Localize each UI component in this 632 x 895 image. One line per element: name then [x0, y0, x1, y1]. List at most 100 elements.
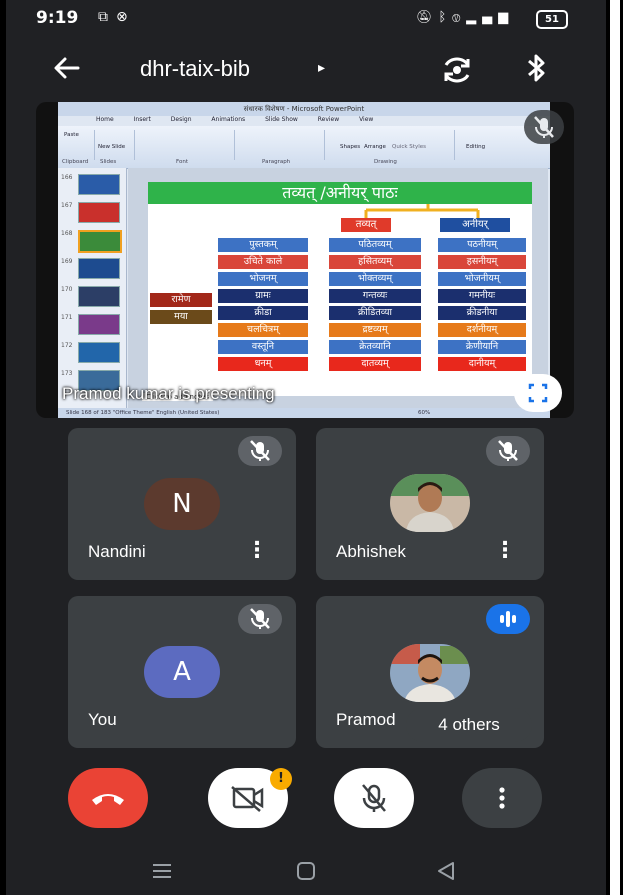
slide-cell: वस्तूनि	[218, 340, 308, 354]
thumb-number: 169	[61, 258, 73, 265]
participant-name: Pramod	[336, 710, 396, 729]
thumb-number: 172	[61, 342, 73, 349]
mic-off-icon	[362, 784, 386, 812]
slide-thumbnail	[78, 314, 120, 335]
others-count-badge[interactable]: 4 others	[406, 708, 532, 742]
slide-cell: उचिते काले	[218, 255, 308, 269]
more-vert-icon[interactable]: ⋮	[246, 536, 268, 568]
avatar: A	[144, 646, 220, 698]
slide-cell: दानीयम्	[438, 357, 526, 371]
ppt-status-bar: Slide 168 of 183 "Office Theme" English …	[58, 408, 550, 418]
thumb-number: 167	[61, 202, 73, 209]
speaking-indicator-icon	[486, 604, 530, 634]
slide-cell: ग्रामः	[218, 289, 308, 303]
back-nav-icon[interactable]	[426, 858, 466, 884]
cast-icon: ⧉	[98, 9, 116, 25]
volte-icon: Ⓥ	[452, 10, 467, 25]
ribbon-button: Paste	[64, 132, 79, 138]
ribbon-button: Editing	[466, 144, 486, 150]
status-time: 9:19	[36, 8, 79, 28]
slide-thumbnail	[78, 286, 120, 307]
slide-header-aniyar: अनीयर्	[440, 218, 510, 232]
current-slide: तव्यत् /अनीयर् पाठः तव्यत् अनीयर् पुस्तक…	[148, 182, 532, 396]
ribbon-group-label: Slides	[100, 159, 117, 165]
end-call-icon	[92, 794, 124, 805]
home-icon[interactable]	[286, 858, 326, 884]
participant-name: You	[88, 710, 117, 729]
slide-cell: गन्तव्यः	[329, 289, 421, 303]
ppt-tab: Slide Show	[265, 116, 298, 123]
slide-thumbnail	[78, 258, 120, 279]
slide-thumbnail	[78, 202, 120, 223]
ppt-ribbon: Clipboard Paste Slides New Slide Font Pa…	[58, 126, 550, 169]
ppt-tab: Insert	[133, 116, 151, 123]
slide-cell: दातव्यम्	[329, 357, 421, 371]
presentation-view[interactable]: संधारक विशेषण - Microsoft PowerPoint Hom…	[36, 102, 574, 418]
ppt-zoom: 60%	[418, 410, 431, 416]
status-left-icons: ⧉⊗	[98, 9, 136, 25]
switch-camera-icon[interactable]	[440, 55, 474, 85]
ribbon-group-label: Font	[176, 159, 188, 165]
avatar-photo	[390, 474, 470, 532]
meeting-code[interactable]: dhr-taix-bib	[140, 56, 250, 82]
ribbon-group-label: Clipboard	[62, 159, 89, 165]
slide-cell: क्रेतव्यानि	[329, 340, 421, 354]
participant-tile-abhishek[interactable]: Abhishek ⋮	[316, 428, 544, 580]
slide-thumbnail	[78, 230, 122, 253]
participant-tile-you[interactable]: A You	[68, 596, 296, 748]
thumb-number: 168	[61, 230, 73, 237]
slide-side-label: मया	[150, 310, 212, 324]
slide-cell: पठनीयम्	[438, 238, 526, 252]
meeting-info-arrow-icon[interactable]: ▸	[318, 60, 325, 76]
ribbon-button: Quick Styles	[392, 144, 426, 150]
ppt-tab: Review	[317, 116, 340, 123]
frame-edge-right-outer	[620, 0, 623, 895]
more-options-button[interactable]	[462, 768, 542, 828]
slide-cell: पठितव्यम्	[329, 238, 421, 252]
slide-cell: क्रीडा	[218, 306, 308, 320]
slide-cell: चलचित्रम्	[218, 323, 308, 337]
fullscreen-icon[interactable]	[514, 374, 562, 412]
top-bar: dhr-taix-bib ▸	[6, 45, 606, 95]
ribbon-button: Arrange	[364, 144, 386, 150]
battery-indicator: 51	[536, 10, 568, 29]
bluetooth-icon: ᛒ	[438, 10, 453, 25]
alert-badge: !	[270, 768, 292, 790]
participant-tile-nandini[interactable]: N Nandini ⋮	[68, 428, 296, 580]
slide-cell: क्रीडितव्या	[329, 306, 421, 320]
slide-title: तव्यत् /अनीयर् पाठः	[148, 182, 532, 204]
back-arrow-icon[interactable]	[46, 53, 86, 87]
thumb-number: 166	[61, 174, 73, 181]
more-vert-icon[interactable]: ⋮	[494, 536, 516, 568]
ribbon-button: New Slide	[98, 144, 126, 150]
slide-cell: धनम्	[218, 357, 308, 371]
slide-cell: हसितव्यम्	[329, 255, 421, 269]
end-call-button[interactable]	[68, 768, 148, 828]
slide-cell: भोजनम्	[218, 272, 308, 286]
presenter-mic-off-icon	[524, 110, 564, 144]
slide-cell: क्रेणीयानि	[438, 340, 526, 354]
participant-name: Nandini	[88, 542, 146, 561]
recents-icon[interactable]	[142, 858, 182, 884]
thumb-number: 171	[61, 314, 73, 321]
ribbon-button: Shapes	[340, 144, 361, 150]
slide-thumbnail	[78, 174, 120, 195]
mic-toggle-button[interactable]	[334, 768, 414, 828]
slide-cell: पुस्तकम्	[218, 238, 308, 252]
bluetooth-audio-icon[interactable]	[522, 51, 552, 87]
slide-cell: द्रष्टव्यम्	[329, 323, 421, 337]
slide-cell: दर्शनीयम्	[438, 323, 526, 337]
android-nav-bar	[6, 848, 606, 895]
participant-tile-pramod[interactable]: Pramod 4 others	[316, 596, 544, 748]
mute-icon: 🔕︎	[416, 10, 439, 25]
ppt-tab: Home	[96, 116, 114, 123]
slide-cell: भोजनीयम्	[438, 272, 526, 286]
ppt-stage: तव्यत् /अनीयर् पाठः तव्यत् अनीयर् पुस्तक…	[128, 168, 548, 408]
slide-side-label: रामेण	[150, 293, 212, 307]
call-controls: !	[6, 762, 606, 836]
slide-thumbnail	[78, 342, 120, 363]
presenting-caption: Pramod kumar is presenting	[62, 384, 275, 403]
powerpoint-window: संधारक विशेषण - Microsoft PowerPoint Hom…	[58, 102, 550, 418]
mic-off-icon	[486, 436, 530, 466]
ppt-tab: Design	[170, 116, 192, 123]
